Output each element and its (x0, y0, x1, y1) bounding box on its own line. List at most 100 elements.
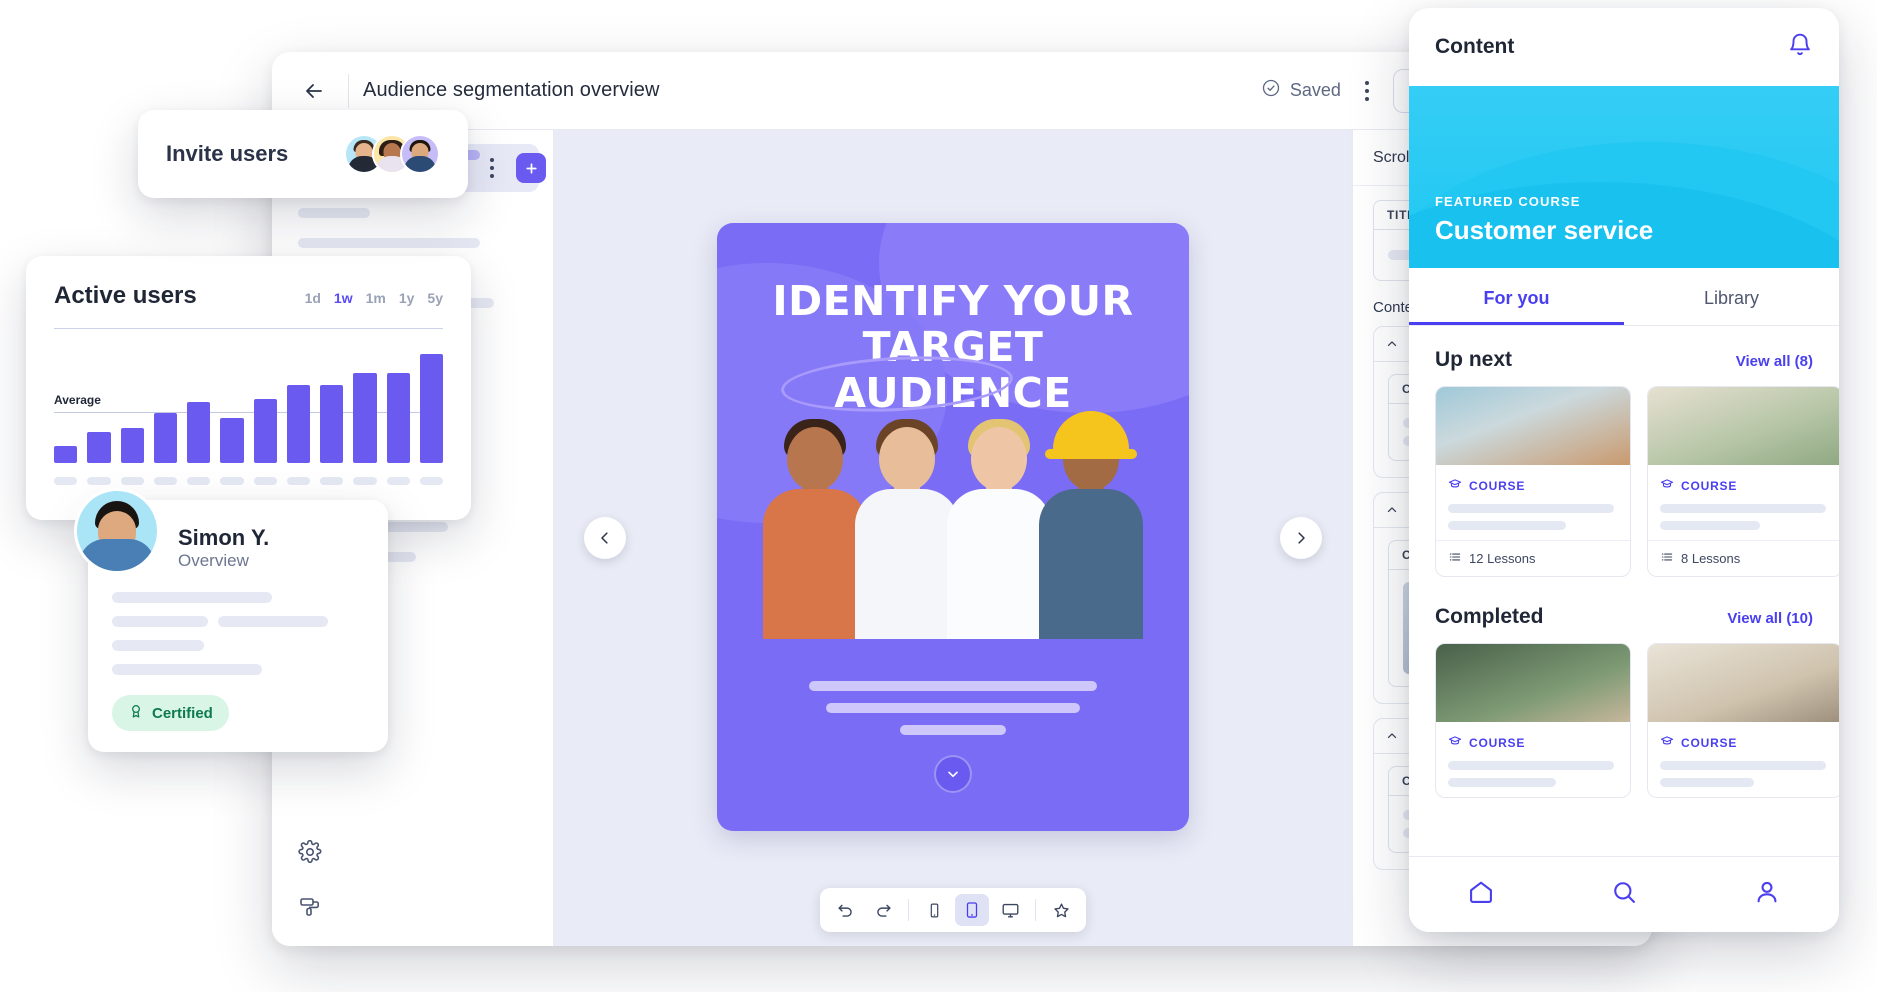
paint-roller-icon[interactable] (298, 895, 322, 924)
avatar-group (344, 134, 440, 174)
slide-preview[interactable]: Identify your Target audience (717, 223, 1189, 831)
search-icon[interactable] (1610, 878, 1638, 911)
chart-tick (353, 477, 376, 485)
range-option-1m[interactable]: 1m (366, 290, 386, 306)
course-caption-label: COURSE (1681, 479, 1737, 493)
chart-bar (154, 413, 177, 463)
user-profile-card[interactable]: Simon Y. Overview Certified (88, 500, 388, 752)
chevron-up-icon[interactable] (1374, 493, 1410, 527)
featured-course-hero[interactable]: FEATURED COURSE Customer service (1409, 86, 1839, 268)
section-header-completed: Completed View all (10) (1409, 577, 1839, 643)
course-lessons: 8 Lessons (1648, 540, 1839, 576)
composite-screenshot: Audience segmentation overview Saved Ass… (0, 0, 1877, 992)
chart-bar (387, 373, 410, 463)
skeleton-line (298, 208, 370, 218)
list-icon (1448, 550, 1462, 567)
mobile-title: Content (1435, 35, 1514, 59)
chart-bar (87, 432, 110, 463)
course-card[interactable]: COURSE 8 Lessons (1647, 386, 1839, 577)
slide-heading-line-1: Identify your (743, 279, 1163, 325)
next-slide-button[interactable] (1280, 517, 1322, 559)
invite-users-card[interactable]: Invite users (138, 110, 468, 198)
range-option-5y[interactable]: 5y (427, 290, 443, 306)
slide-row-menu-button[interactable] (480, 150, 504, 186)
desktop-preview-button[interactable] (993, 894, 1027, 926)
course-caption: COURSE (1660, 477, 1830, 494)
mobile-app-preview: Content FEATURED COURSE Customer service… (1409, 8, 1839, 932)
page-title: Audience segmentation overview (363, 79, 660, 102)
person-icon[interactable] (1753, 878, 1781, 911)
redo-button[interactable] (866, 894, 900, 926)
back-button[interactable] (294, 71, 334, 111)
home-icon[interactable] (1467, 878, 1495, 911)
course-card-body: COURSE (1648, 722, 1839, 797)
hero-course-name: Customer service (1435, 215, 1813, 246)
chart-bar (320, 385, 343, 463)
range-option-1d[interactable]: 1d (305, 290, 321, 306)
course-card-body: COURSE (1436, 722, 1630, 797)
add-slide-button[interactable] (516, 153, 546, 183)
tab-for-you[interactable]: For you (1409, 268, 1624, 325)
chart-tick (254, 477, 277, 485)
mobile-tabs: For you Library (1409, 268, 1839, 326)
gear-icon[interactable] (298, 840, 322, 869)
header-divider (348, 74, 349, 108)
person-figure (1035, 409, 1147, 639)
chart-range-selector: 1d 1w 1m 1y 5y (305, 282, 443, 306)
graduation-cap-icon (1448, 477, 1462, 494)
course-thumbnail (1436, 387, 1630, 465)
slide-body-placeholder (717, 681, 1189, 735)
favorite-button[interactable] (1044, 894, 1078, 926)
section-title: Up next (1435, 348, 1512, 372)
course-row-completed: COURSE COURSE (1409, 643, 1839, 798)
chart-tick (220, 477, 243, 485)
mobile-content-scroll[interactable]: Up next View all (8) COURSE (1409, 326, 1839, 856)
bell-icon[interactable] (1787, 32, 1813, 63)
undo-button[interactable] (828, 894, 862, 926)
course-row-up-next: COURSE 12 Lessons (1409, 386, 1839, 577)
skeleton-line (218, 616, 328, 627)
course-thumbnail (1436, 644, 1630, 722)
prev-slide-button[interactable] (584, 517, 626, 559)
course-card[interactable]: COURSE (1435, 643, 1631, 798)
chart-bar (420, 354, 443, 463)
course-card[interactable]: COURSE 12 Lessons (1435, 386, 1631, 577)
chart-bar (287, 385, 310, 463)
course-card[interactable]: COURSE (1647, 643, 1839, 798)
course-caption: COURSE (1660, 734, 1830, 751)
chevron-up-icon[interactable] (1374, 327, 1410, 361)
profile-skeleton-lines (88, 574, 388, 675)
mobile-preview-button[interactable] (917, 894, 951, 926)
chart-header: Active users 1d 1w 1m 1y 5y (54, 282, 443, 310)
tab-library[interactable]: Library (1624, 268, 1839, 325)
save-status: Saved (1261, 78, 1341, 103)
more-options-button[interactable] (1355, 73, 1379, 109)
profile-header: Simon Y. Overview (88, 500, 388, 574)
chevron-up-icon[interactable] (1374, 719, 1410, 753)
chart-bar (353, 373, 376, 463)
course-lessons: 12 Lessons (1436, 540, 1630, 576)
view-all-up-next-link[interactable]: View all (8) (1736, 353, 1813, 370)
chart-bar (54, 446, 77, 463)
active-users-chart-card: Active users 1d 1w 1m 1y 5y Average (26, 256, 471, 520)
range-option-1y[interactable]: 1y (399, 290, 415, 306)
chart-tick (287, 477, 310, 485)
tablet-preview-button[interactable] (955, 894, 989, 926)
skeleton-line (112, 640, 204, 651)
status-badge-label: Certified (152, 705, 213, 722)
range-option-1w[interactable]: 1w (334, 290, 353, 306)
avatar[interactable] (400, 134, 440, 174)
certificate-icon (128, 703, 144, 723)
course-thumbnail (1648, 387, 1839, 465)
chart-bar (220, 418, 243, 463)
chart-tick (420, 477, 443, 485)
chart-bar (254, 399, 277, 463)
scroll-down-button[interactable] (934, 755, 972, 793)
avatar (74, 488, 160, 574)
skeleton-line (112, 664, 262, 675)
course-lessons-label: 8 Lessons (1681, 551, 1740, 566)
view-all-completed-link[interactable]: View all (10) (1727, 610, 1813, 627)
hero-kicker: FEATURED COURSE (1435, 194, 1813, 209)
course-caption: COURSE (1448, 734, 1618, 751)
course-caption-label: COURSE (1469, 736, 1525, 750)
